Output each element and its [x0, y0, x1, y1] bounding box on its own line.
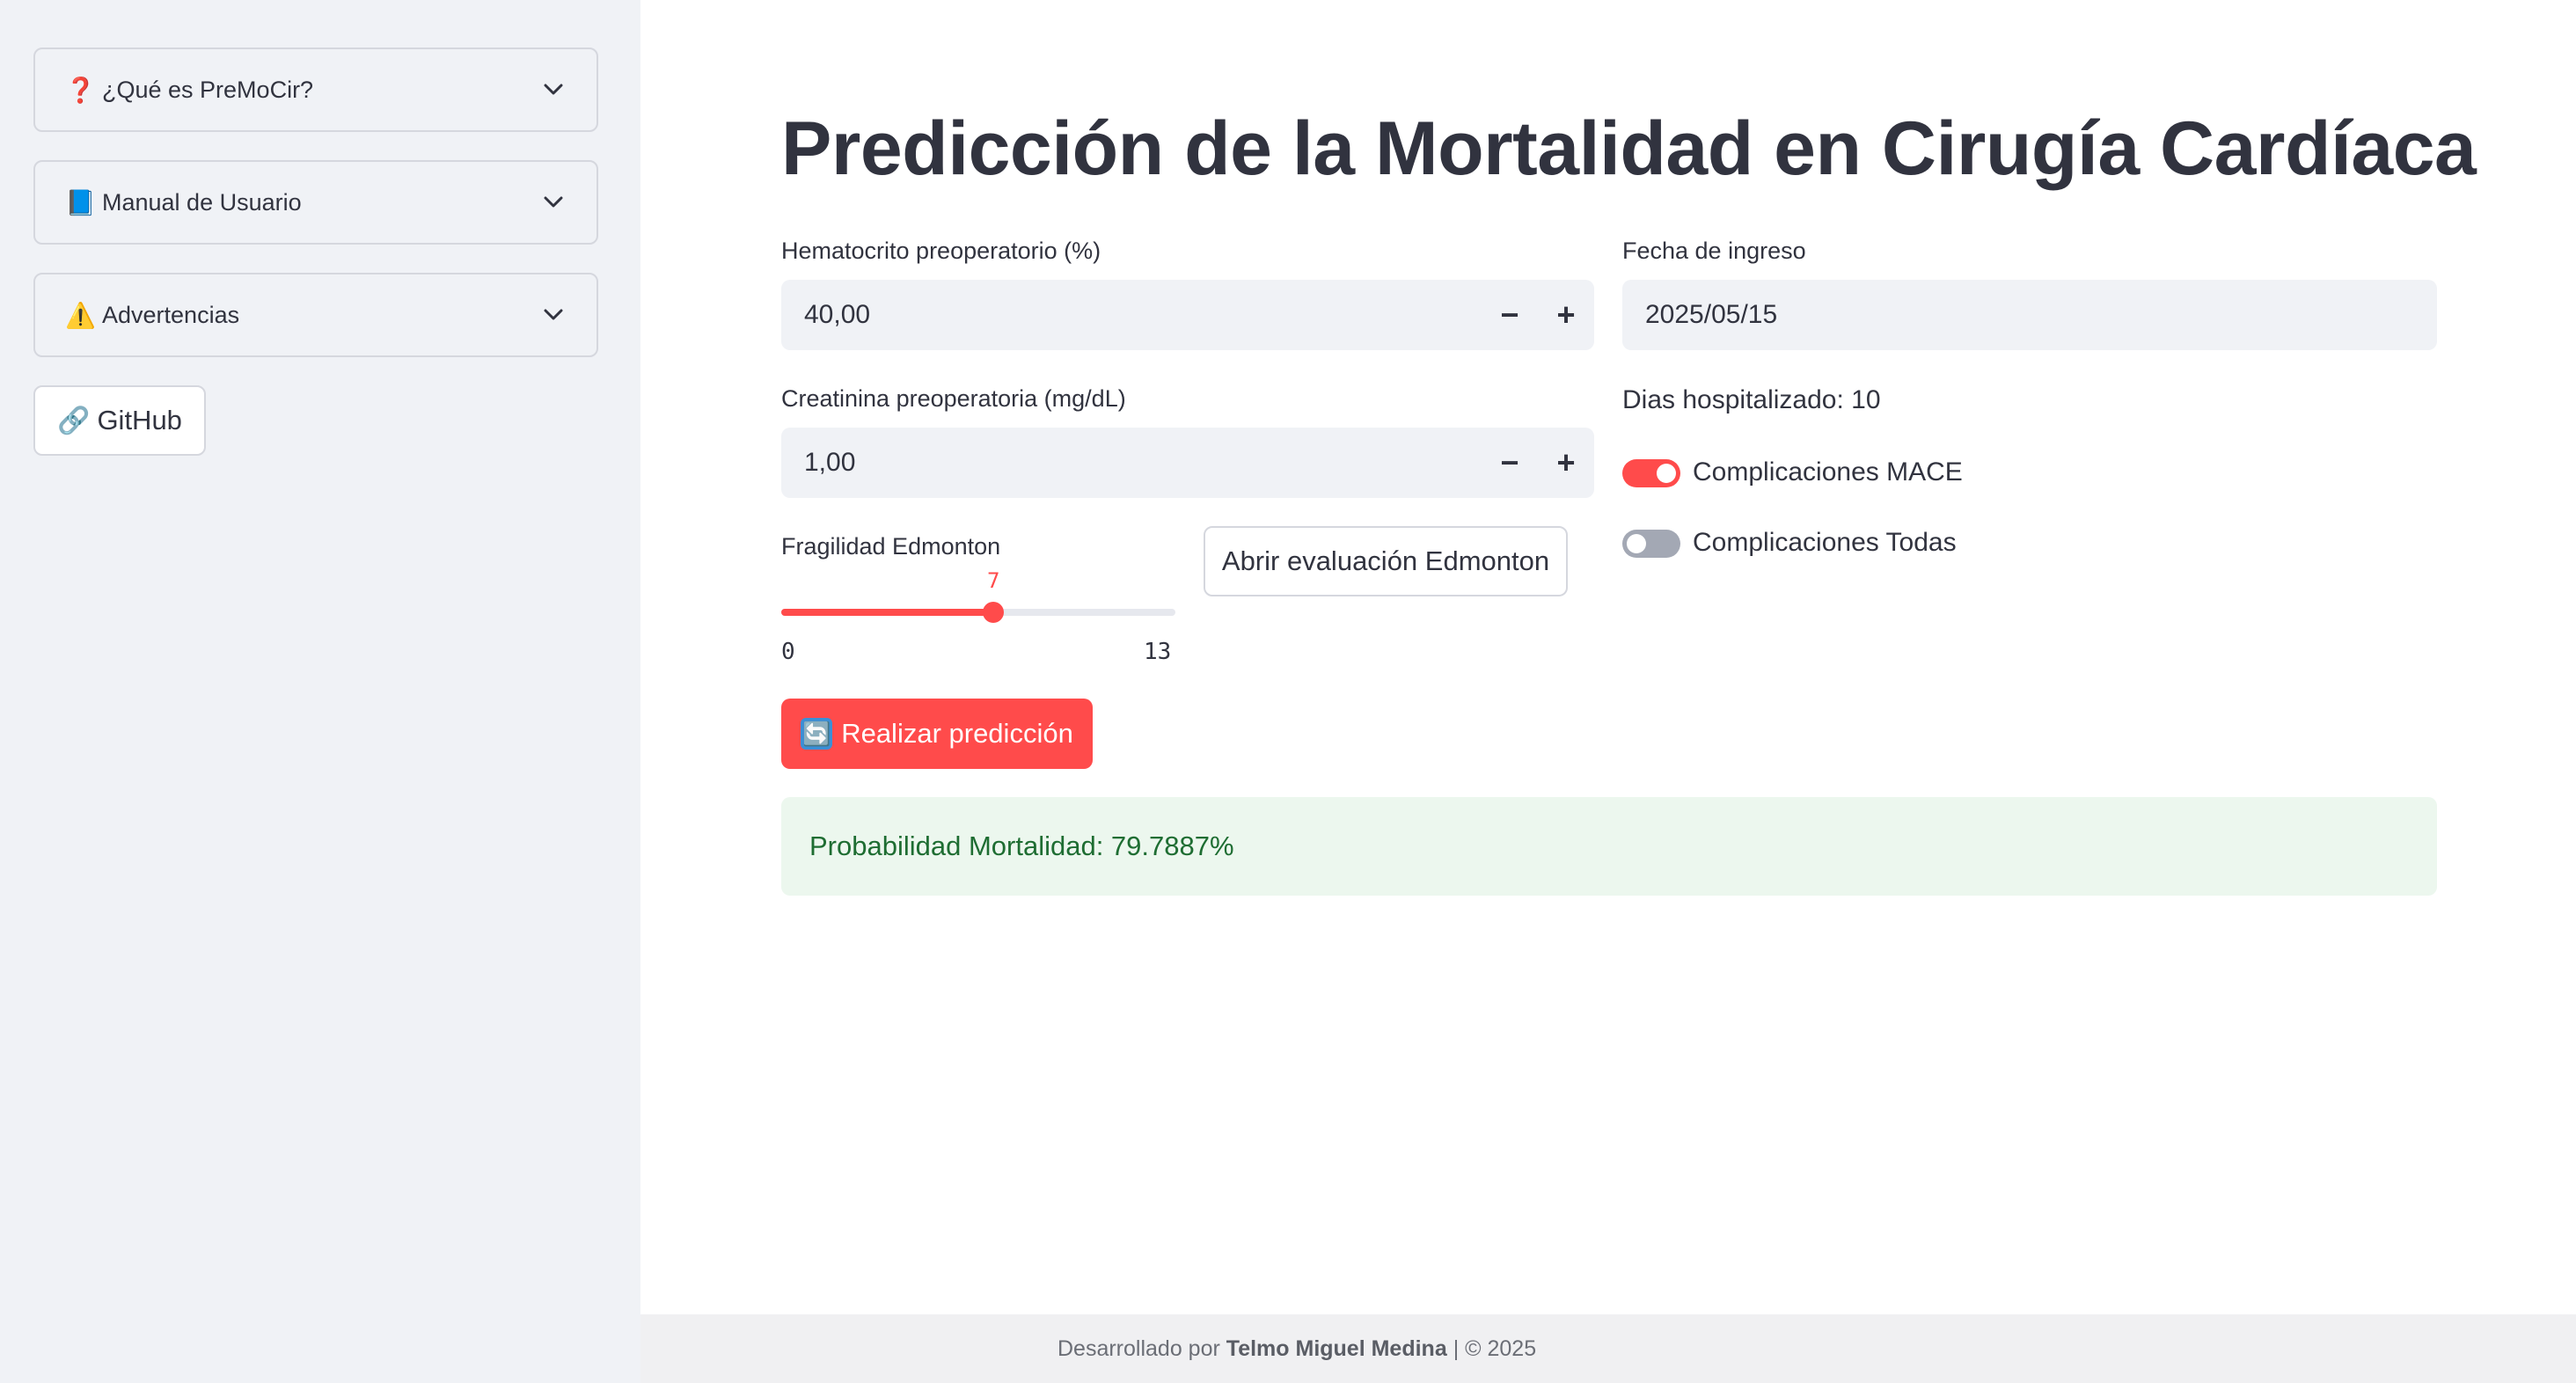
warning-icon: ⚠️ — [65, 301, 96, 329]
prediction-result-alert: Probabilidad Mortalidad: 79.7887% — [781, 797, 2437, 896]
page-title: Predicción de la Mortalidad en Cirugía C… — [781, 106, 2477, 191]
toggle-complicaciones-mace-label[interactable]: Complicaciones MACE — [1693, 457, 1963, 487]
fecha-ingreso-input[interactable]: 2025/05/15 — [1622, 280, 2437, 350]
footer-credit: Desarrollado por Telmo Miguel Medina | ©… — [1057, 1336, 1536, 1362]
toggle-complicaciones-mace[interactable] — [1622, 459, 1680, 487]
toggle-knob — [1657, 464, 1676, 483]
expander-label: Manual de Usuario — [102, 188, 302, 216]
realizar-prediccion-button[interactable]: 🔄 Realizar predicción — [781, 699, 1093, 769]
expander-label: ¿Qué es PreMoCir? — [102, 76, 314, 103]
hematocrito-decrement-button[interactable]: − — [1482, 280, 1538, 350]
refresh-icon: 🔄 — [801, 718, 833, 750]
fecha-ingreso-label: Fecha de ingreso — [1622, 238, 1806, 264]
creatinina-label: Creatinina preoperatoria (mg/dL) — [781, 385, 1126, 412]
toggle-knob — [1627, 534, 1646, 553]
footer-prefix: Desarrollado por — [1057, 1335, 1220, 1361]
slider-min-label: 0 — [781, 639, 795, 665]
question-mark-icon: ❓ — [65, 76, 96, 104]
slider-current-value: 7 — [986, 568, 1000, 593]
creatinina-decrement-button[interactable]: − — [1482, 428, 1538, 498]
github-button[interactable]: 🔗 GitHub — [33, 385, 206, 456]
dias-hospitalizado-text: Dias hospitalizado: 10 — [1622, 385, 1881, 414]
github-button-label: GitHub — [97, 405, 182, 435]
sidebar: ❓ ¿Qué es PreMoCir? 📘 Manual de Usuario … — [0, 0, 640, 1383]
blue-book-icon: 📘 — [65, 188, 96, 216]
link-icon: 🔗 — [57, 406, 91, 435]
footer: Desarrollado por Telmo Miguel Medina | ©… — [640, 1314, 2576, 1383]
realizar-prediccion-label: Realizar predicción — [841, 718, 1073, 749]
fragilidad-slider[interactable] — [781, 602, 1175, 623]
expander-label: Advertencias — [102, 301, 240, 328]
toggle-complicaciones-todas[interactable] — [1622, 530, 1680, 558]
expander-manual-de-usuario[interactable]: 📘 Manual de Usuario — [33, 160, 598, 245]
footer-suffix: | © 2025 — [1453, 1335, 1537, 1361]
creatinina-increment-button[interactable]: + — [1538, 428, 1594, 498]
toggle-complicaciones-todas-label[interactable]: Complicaciones Todas — [1693, 528, 1957, 558]
hematocrito-label: Hematocrito preoperatorio (%) — [781, 238, 1101, 264]
creatinina-input[interactable]: 1,00 − + — [781, 428, 1594, 498]
expander-advertencias[interactable]: ⚠️ Advertencias — [33, 273, 598, 357]
chevron-down-icon — [540, 77, 567, 103]
slider-max-label: 13 — [1144, 639, 1172, 665]
abrir-evaluacion-edmonton-button[interactable]: Abrir evaluación Edmonton — [1204, 526, 1568, 596]
hematocrito-input[interactable]: 40,00 − + — [781, 280, 1594, 350]
slider-thumb[interactable] — [983, 602, 1005, 623]
fragilidad-edmonton-label: Fragilidad Edmonton — [781, 533, 1001, 560]
prediction-result-text: Probabilidad Mortalidad: 79.7887% — [809, 831, 1234, 861]
footer-author: Telmo Miguel Medina — [1226, 1335, 1447, 1361]
creatinina-value[interactable]: 1,00 — [781, 448, 1482, 478]
expander-que-es-premocir[interactable]: ❓ ¿Qué es PreMoCir? — [33, 48, 598, 132]
hematocrito-value[interactable]: 40,00 — [781, 300, 1482, 330]
slider-fill — [781, 609, 994, 616]
hematocrito-increment-button[interactable]: + — [1538, 280, 1594, 350]
chevron-down-icon — [540, 189, 567, 216]
chevron-down-icon — [540, 302, 567, 328]
